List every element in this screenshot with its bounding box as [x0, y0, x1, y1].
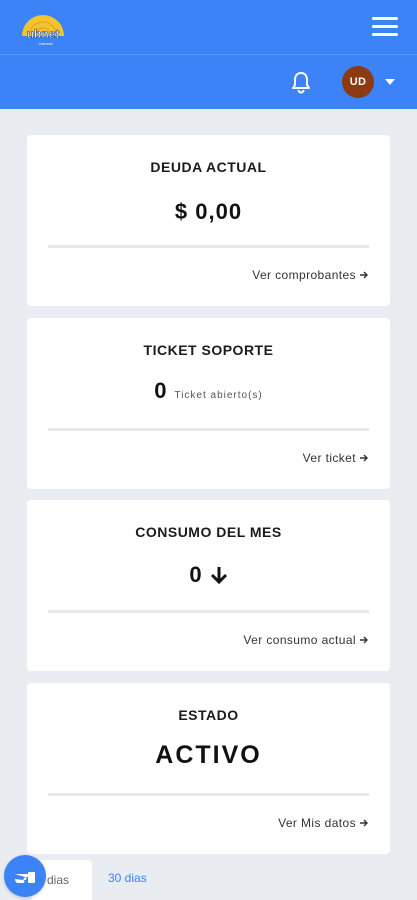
ticket-suffix: Ticket abierto(s): [174, 390, 263, 401]
hamburger-menu-icon[interactable]: [372, 17, 398, 37]
card-estado: ESTADO ACTIVO Ver Mis datos: [27, 683, 390, 854]
card-title: TICKET SOPORTE: [143, 342, 274, 358]
chevron-down-icon[interactable]: [385, 79, 395, 85]
logo-text: ubnet: [27, 27, 60, 41]
ver-comprobantes-link[interactable]: Ver comprobantes: [252, 268, 369, 282]
arrow-right-icon: [360, 636, 368, 644]
tab-30-dias[interactable]: 30 dias: [108, 871, 147, 885]
avatar[interactable]: UD: [342, 66, 374, 98]
link-label: Ver Mis datos: [278, 816, 356, 830]
consumo-value-row: 0: [27, 562, 390, 588]
link-label: Ver ticket: [302, 451, 356, 465]
user-bar: UD: [0, 54, 417, 109]
divider: [48, 793, 369, 796]
period-tabs: dias 30 dias: [0, 858, 417, 900]
account-status: ACTIVO: [155, 741, 262, 769]
ticket-count: 0: [154, 378, 167, 403]
ubnet-logo[interactable]: ubnet internet: [20, 6, 66, 48]
arrow-right-icon: [360, 454, 368, 462]
card-title: ESTADO: [178, 707, 239, 723]
link-label: Ver consumo actual: [243, 633, 356, 647]
ver-ticket-link[interactable]: Ver ticket: [303, 451, 369, 465]
ticket-count-row: 0 Ticket abierto(s): [27, 378, 390, 404]
top-bar: ubnet internet: [0, 0, 417, 54]
logo-subtext: internet: [39, 41, 53, 46]
divider: [48, 428, 369, 431]
card-ticket-soporte: TICKET SOPORTE 0 Ticket abierto(s) Ver t…: [27, 318, 390, 489]
chat-fab-button[interactable]: [4, 855, 46, 897]
arrow-down-icon: [210, 567, 227, 585]
bell-icon[interactable]: [290, 70, 312, 94]
divider: [48, 245, 369, 248]
arrow-right-icon: [360, 271, 368, 279]
debt-amount: $ 0,00: [174, 199, 243, 224]
arrow-right-icon: [360, 819, 368, 827]
ver-consumo-link[interactable]: Ver consumo actual: [243, 633, 369, 647]
card-deuda-actual: DEUDA ACTUAL $ 0,00 Ver comprobantes: [27, 135, 390, 306]
card-consumo-del-mes: CONSUMO DEL MES 0 Ver consumo actual: [27, 500, 390, 671]
consumo-value: 0: [189, 562, 202, 587]
card-title: CONSUMO DEL MES: [135, 524, 282, 540]
divider: [48, 610, 369, 613]
hand-pointer-icon: [15, 872, 35, 883]
card-title: DEUDA ACTUAL: [150, 159, 267, 175]
link-label: Ver comprobantes: [252, 268, 356, 282]
ver-mis-datos-link[interactable]: Ver Mis datos: [278, 816, 369, 830]
